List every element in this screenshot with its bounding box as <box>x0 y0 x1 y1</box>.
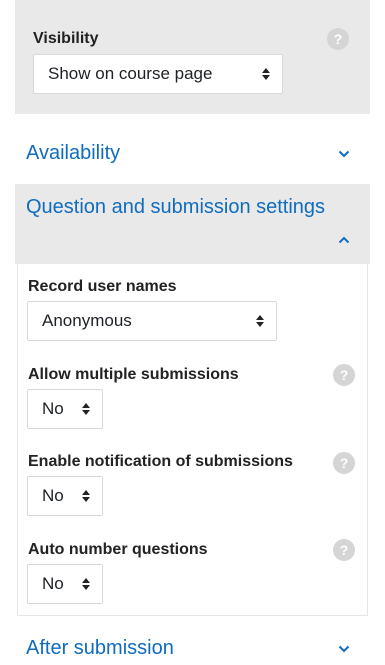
auto-number-label: Auto number questions <box>28 541 208 558</box>
allow-multiple-select[interactable]: No <box>27 389 103 429</box>
section-availability-title: Availability <box>26 142 121 164</box>
select-caret-icon <box>82 490 90 502</box>
select-caret-icon <box>256 315 264 327</box>
visibility-select-value: Show on course page <box>48 64 213 83</box>
help-icon[interactable]: ? <box>333 539 355 561</box>
record-user-names-label: Record user names <box>28 278 177 295</box>
visibility-block: Visibility ? Show on course page <box>15 0 370 114</box>
select-caret-icon <box>82 578 90 590</box>
enable-notification-value: No <box>42 486 64 505</box>
section-after-submission[interactable]: After submission <box>15 637 370 660</box>
record-user-names-select[interactable]: Anonymous <box>27 301 277 341</box>
help-icon[interactable]: ? <box>327 28 349 50</box>
record-user-names-value: Anonymous <box>42 311 132 330</box>
select-caret-icon <box>82 403 90 415</box>
enable-notification-label: Enable notification of submissions <box>28 453 293 470</box>
visibility-select[interactable]: Show on course page <box>33 54 283 94</box>
section-question-submission-title: Question and submission settings <box>26 196 326 218</box>
auto-number-value: No <box>42 574 64 593</box>
allow-multiple-value: No <box>42 399 64 418</box>
chevron-up-icon[interactable] <box>338 234 350 246</box>
help-icon[interactable]: ? <box>333 452 355 474</box>
section-availability[interactable]: Availability <box>15 142 370 165</box>
chevron-down-icon[interactable] <box>338 643 350 655</box>
auto-number-select[interactable]: No <box>27 564 103 604</box>
enable-notification-select[interactable]: No <box>27 476 103 516</box>
section-question-submission[interactable]: Question and submission settings <box>15 196 370 219</box>
form-page: Visibility ? Show on course page Availab… <box>0 0 385 665</box>
help-icon[interactable]: ? <box>333 364 355 386</box>
visibility-label: Visibility <box>33 30 99 47</box>
chevron-down-icon[interactable] <box>338 148 350 160</box>
section-after-submission-title: After submission <box>26 637 174 659</box>
allow-multiple-label: Allow multiple submissions <box>28 366 239 383</box>
select-caret-icon <box>262 68 270 80</box>
